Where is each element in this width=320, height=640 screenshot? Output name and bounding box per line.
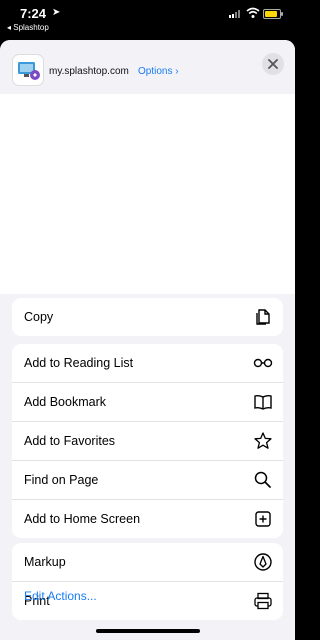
page-preview xyxy=(0,94,295,294)
status-bar: 7:24 ➤ ◂ Splashtop xyxy=(0,0,295,36)
action-group-markup: Markup Print xyxy=(12,543,283,620)
action-add-to-favorites[interactable]: Add to Favorites xyxy=(12,422,283,461)
location-arrow-icon: ➤ xyxy=(52,7,61,18)
battery-level xyxy=(265,11,277,17)
action-add-to-home-screen[interactable]: Add to Home Screen xyxy=(12,500,283,538)
action-group-copy: Copy xyxy=(12,298,283,336)
action-markup[interactable]: Markup xyxy=(12,543,283,582)
close-icon xyxy=(268,59,278,69)
battery-icon xyxy=(263,9,283,19)
share-sheet: my.splashtop.com Options › Copy Add to R… xyxy=(0,40,295,640)
printer-icon xyxy=(254,592,272,610)
edit-actions-link[interactable]: Edit Actions... xyxy=(24,589,97,603)
star-icon xyxy=(254,432,272,449)
site-icon xyxy=(12,54,44,86)
close-button[interactable] xyxy=(262,53,284,75)
copy-icon xyxy=(256,309,270,325)
action-label: Add to Favorites xyxy=(24,434,116,448)
home-indicator xyxy=(96,629,200,633)
action-find-on-page[interactable]: Find on Page xyxy=(12,461,283,500)
markup-icon xyxy=(254,553,272,571)
book-icon xyxy=(254,394,272,410)
share-header: my.splashtop.com Options › xyxy=(0,40,295,94)
action-label: Add to Home Screen xyxy=(24,512,141,526)
add-square-icon xyxy=(255,511,271,527)
search-icon xyxy=(254,471,271,488)
action-copy[interactable]: Copy xyxy=(12,298,283,336)
action-label: Markup xyxy=(24,555,66,569)
action-label: Add Bookmark xyxy=(24,395,106,409)
glasses-icon xyxy=(253,358,273,368)
action-add-bookmark[interactable]: Add Bookmark xyxy=(12,383,283,422)
action-label: Add to Reading List xyxy=(24,356,134,370)
cellular-signal-icon xyxy=(229,10,243,18)
options-link[interactable]: Options › xyxy=(138,66,179,77)
action-add-to-reading-list[interactable]: Add to Reading List xyxy=(12,344,283,383)
action-label: Find on Page xyxy=(24,473,99,487)
action-group-bookmarks: Add to Reading List Add Bookmark Add to … xyxy=(12,344,283,538)
status-time: 7:24 xyxy=(20,6,47,21)
action-label: Copy xyxy=(24,310,54,324)
site-domain: my.splashtop.com xyxy=(49,66,129,77)
wifi-icon xyxy=(246,7,260,18)
back-to-app-link[interactable]: ◂ Splashtop xyxy=(7,23,49,32)
